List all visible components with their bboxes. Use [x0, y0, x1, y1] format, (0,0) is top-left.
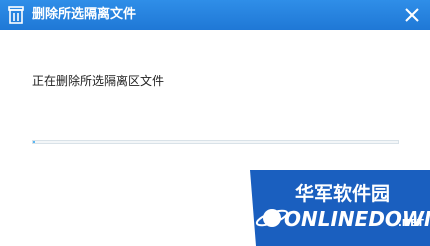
- progress-bar: [32, 140, 399, 144]
- close-icon[interactable]: [402, 5, 422, 25]
- logo-suffix-text: .NET: [398, 218, 424, 229]
- title-bar[interactable]: 删除所选隔离文件: [0, 0, 430, 30]
- window-title: 删除所选隔离文件: [32, 7, 137, 22]
- delete-quarantine-dialog: 删除所选隔离文件 正在删除所选隔离区文件 华军软件园 ONLINEDOWN .N…: [0, 0, 430, 246]
- progress-fill: [33, 141, 35, 143]
- status-message: 正在删除所选隔离区文件: [32, 74, 165, 88]
- trash-icon: [8, 6, 24, 24]
- onlinedown-logo: 华军软件园 ONLINEDOWN .NET: [250, 170, 430, 246]
- logo-cn-text: 华军软件园: [295, 182, 390, 205]
